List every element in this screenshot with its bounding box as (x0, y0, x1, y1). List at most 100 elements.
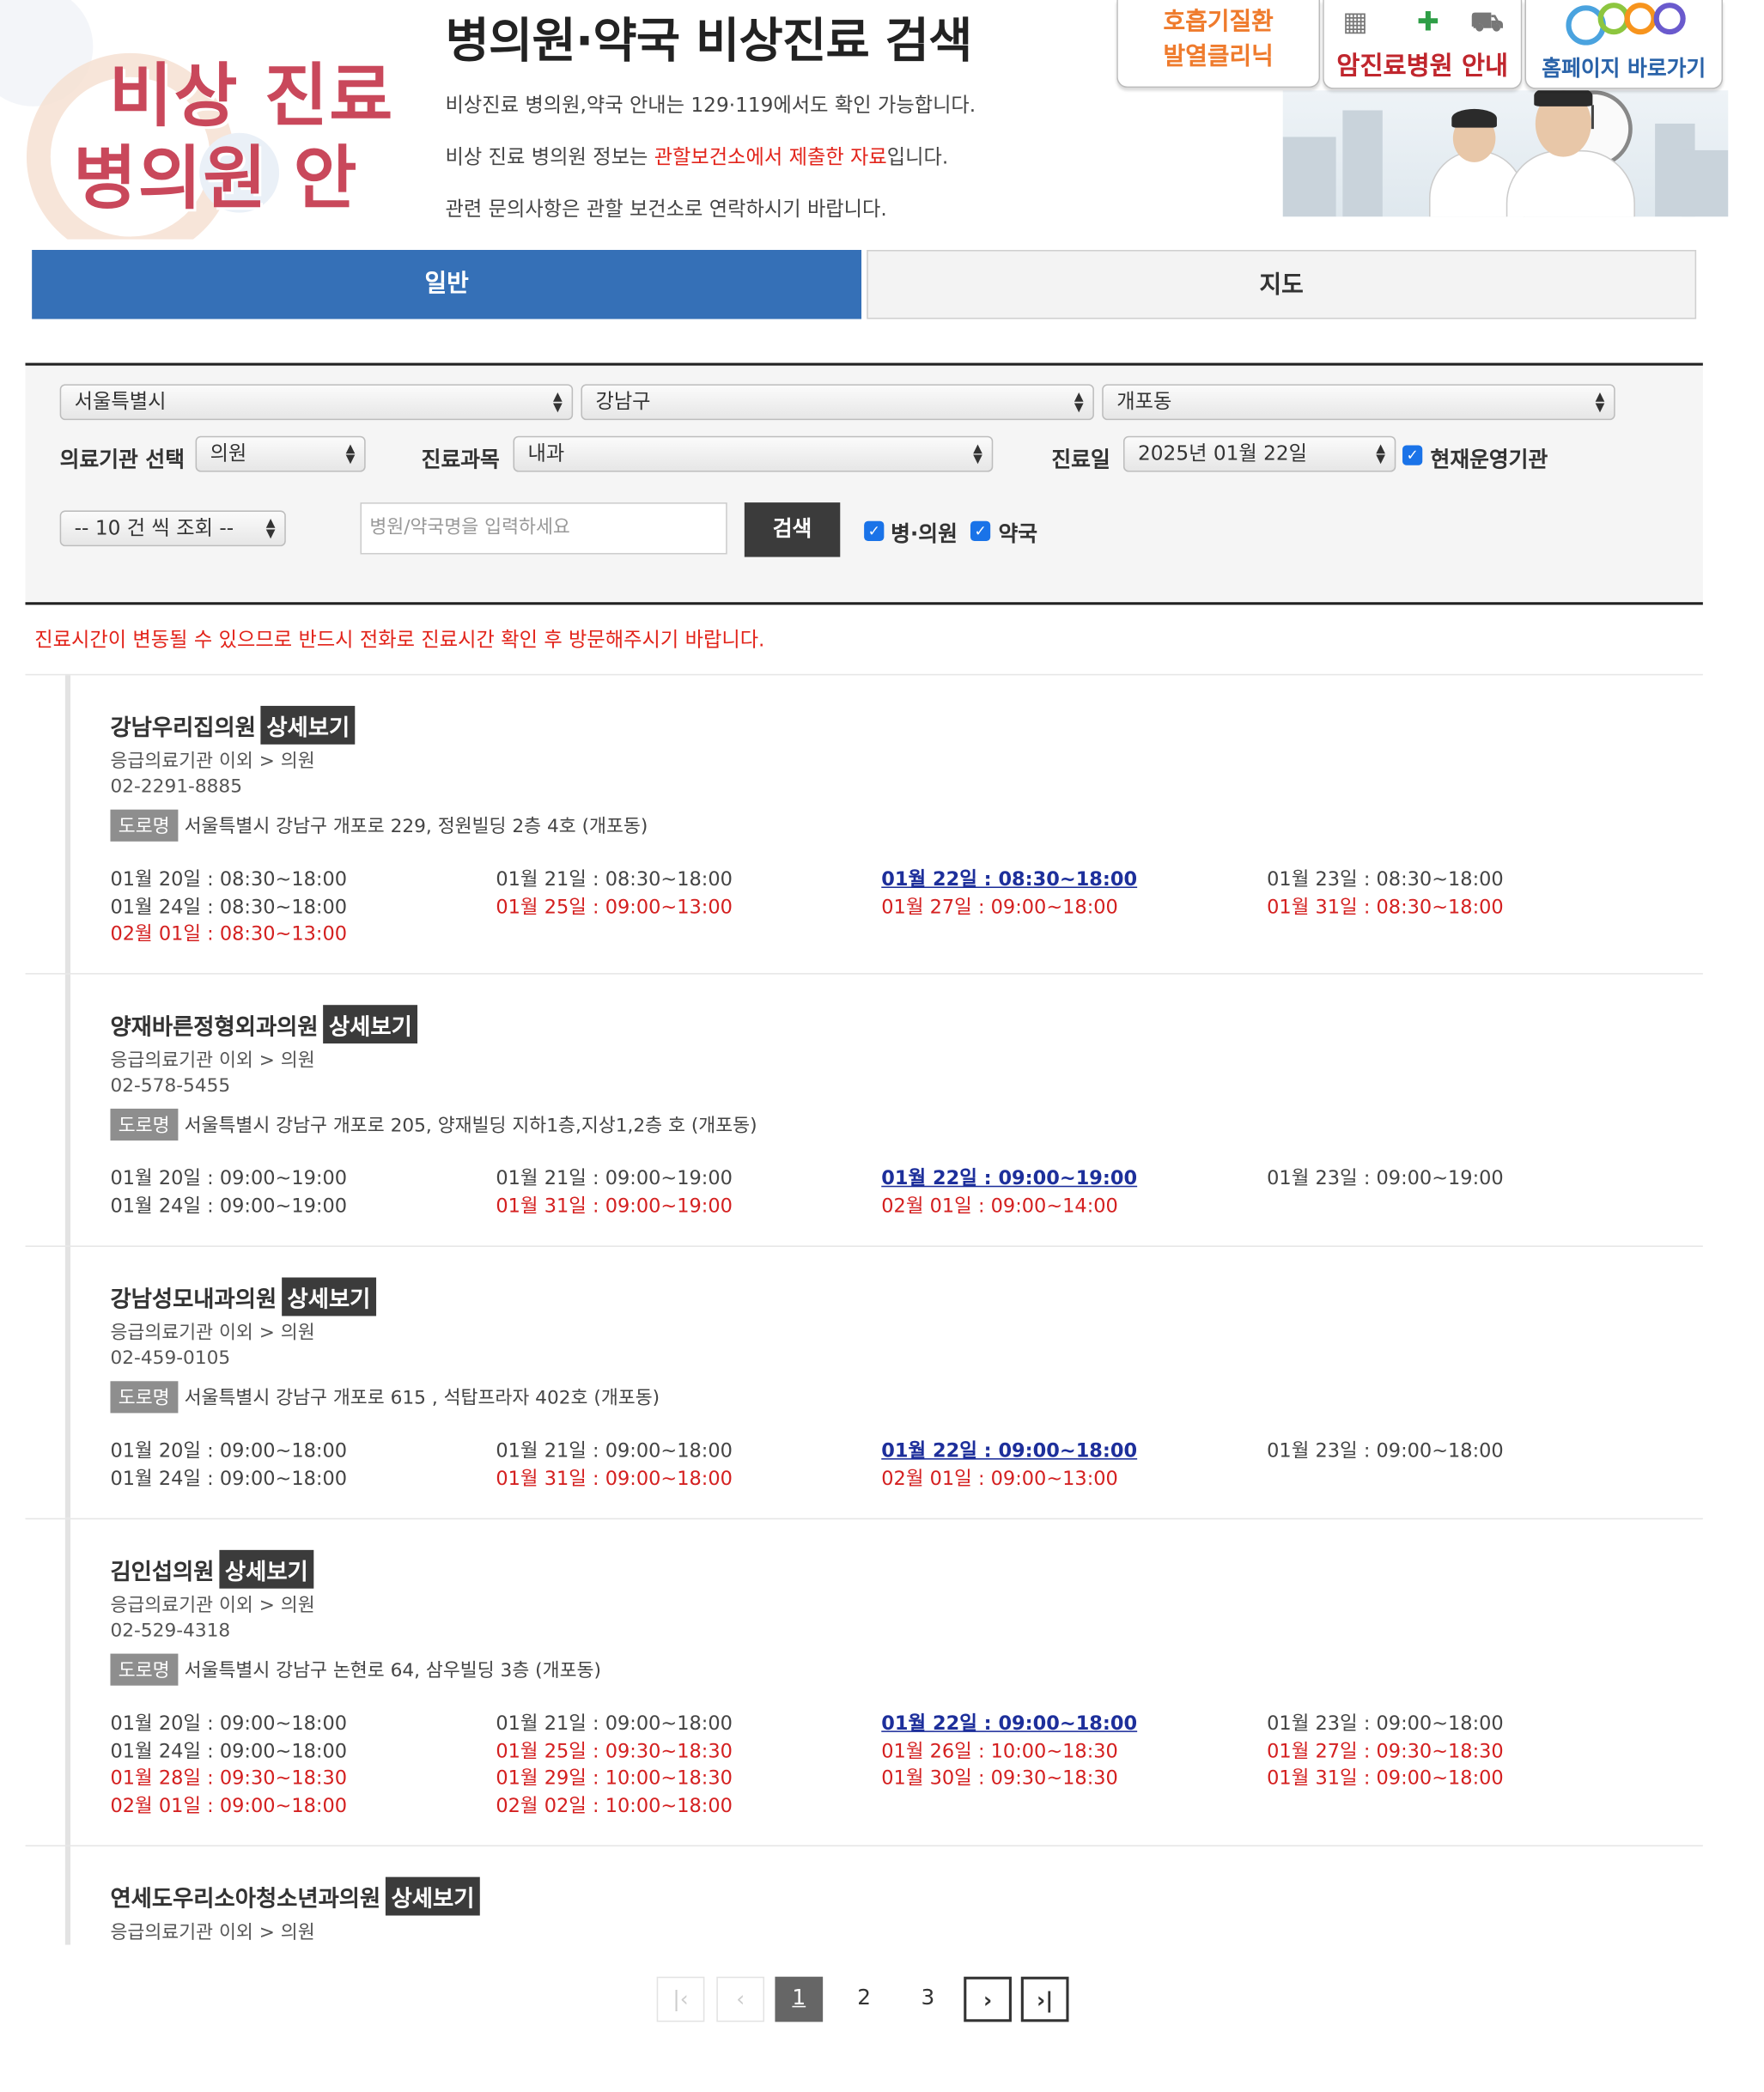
schedule-entry: 01월 28일 : 09:30~18:30 (110, 1767, 348, 1790)
pharmacy-checkbox-label: 약국 (998, 520, 1038, 547)
tab-general[interactable]: 일반 (32, 250, 862, 319)
schedule-entry: 02월 01일 : 09:00~18:00 (110, 1795, 348, 1817)
hospital-checkbox-label: 병·의원 (891, 520, 958, 547)
schedule-today[interactable]: 01월 22일 : 09:00~18:00 (881, 1438, 1267, 1466)
hospital-name: 강남우리집의원 상세보기 (110, 705, 356, 745)
schedule-entry: 01월 24일 : 09:00~18:00 (110, 1468, 348, 1490)
search-panel: 서울특별시 ▲ ▼ 강남구 ▲ ▼ 개포동 ▲ ▼ 의료기관 선택 의원 ▲ ▼ 진료과목 내과… (25, 362, 1703, 605)
schedule-today[interactable]: 01월 22일 : 09:00~19:00 (881, 1166, 1267, 1194)
district-select[interactable]: 강남구 ▲ ▼ (581, 384, 1094, 421)
respiratory-clinic-banner[interactable]: 호흡기질환 발열클리닉 (1116, 0, 1321, 88)
hospital-address: 도로명 서울특별시 강남구 개포로 229, 정원빌딩 2층 4호 (개포동) (110, 809, 648, 842)
schedule-entry: 01월 20일 : 09:00~18:00 (110, 1713, 348, 1736)
detail-button[interactable]: 상세보기 (323, 1005, 417, 1044)
pharmacy-checkbox[interactable]: ✓ (970, 520, 991, 541)
notice-3: 관련 문의사항은 관할 보건소로 연락하시기 바랍니다. (445, 197, 887, 221)
prev-page-icon[interactable]: ‹ (716, 1976, 765, 2022)
detail-button[interactable]: 상세보기 (386, 1876, 480, 1916)
search-button[interactable]: 검색 (744, 502, 841, 557)
current-open-label: 현재운영기관 (1430, 447, 1548, 472)
schedule-entry: 01월 30일 : 09:30~18:30 (881, 1767, 1118, 1790)
hospital-checkbox[interactable]: ✓ (864, 520, 885, 541)
hospital-address: 도로명 서울특별시 강남구 논현로 64, 삼우빌딩 3층 (개포동) (110, 1653, 601, 1686)
city-select[interactable]: 서울특별시 ▲ ▼ (59, 384, 574, 421)
schedule-entry: 01월 24일 : 09:00~19:00 (110, 1195, 348, 1218)
result-item: 연세도우리소아청소년과의원 상세보기 응급의료기관 이외 > 의원 (25, 1845, 1703, 1945)
tab-map[interactable]: 지도 (867, 250, 1697, 319)
hospital-category: 응급의료기관 이외 > 의원 (110, 1922, 315, 1944)
road-name-badge: 도로명 (110, 809, 178, 842)
department-label: 진료과목 (421, 447, 500, 472)
item-bar (64, 675, 71, 974)
doctors-illustration (1282, 90, 1729, 217)
hospital-phone: 02-459-0105 (110, 1347, 231, 1370)
schedule-entry: 01월 31일 : 08:30~18:00 (1267, 897, 1504, 918)
page-1[interactable]: 1 (775, 1976, 824, 2022)
select-arrows-icon: ▲ ▼ (973, 442, 982, 467)
item-bar (64, 1246, 71, 1518)
department-select[interactable]: 내과 ▲ ▼ (513, 435, 994, 472)
road-name-badge: 도로명 (110, 1108, 178, 1141)
schedule-entry: 01월 23일 : 09:00~19:00 (1267, 1168, 1504, 1190)
schedule-entry: 01월 25일 : 09:00~13:00 (496, 897, 733, 918)
schedule-entry: 01월 26일 : 10:00~18:30 (881, 1740, 1118, 1762)
schedule-entry: 01월 25일 : 09:30~18:30 (496, 1740, 733, 1762)
schedule-today[interactable]: 01월 22일 : 08:30~18:00 (881, 867, 1267, 894)
hospital-phone: 02-2291-8885 (110, 775, 243, 798)
hospital-phone: 02-529-4318 (110, 1620, 231, 1642)
page-2[interactable]: 2 (840, 1977, 888, 2022)
hospital-name: 강남성모내과의원 상세보기 (110, 1277, 376, 1317)
cancer-hospital-banner[interactable]: ▦ ✚ ⛟ 암진료병원 안내 (1323, 0, 1523, 89)
hospital-phone: 02-578-5455 (110, 1075, 231, 1098)
institution-label: 의료기관 선택 (59, 447, 185, 472)
schedule-entry: 01월 20일 : 08:30~18:00 (110, 869, 348, 891)
page-root: 비상 진료 병의원 안내 병의원·약국 비상진료 검색 비상진료 병의원,약국 … (0, 0, 1764, 2022)
schedule-entry: 01월 24일 : 08:30~18:00 (110, 897, 348, 918)
search-input[interactable]: 병원/약국명을 입력하세요 (360, 502, 727, 555)
schedule-entry: 01월 20일 : 09:00~19:00 (110, 1168, 348, 1190)
hospital-address: 도로명 서울특별시 강남구 개포로 615 , 석탑프라자 402호 (개포동) (110, 1381, 660, 1414)
schedule-entry: 01월 24일 : 09:00~18:00 (110, 1740, 348, 1762)
schedule-today[interactable]: 01월 22일 : 09:00~18:00 (881, 1711, 1267, 1738)
hero-title-line2: 병의원 안내 (73, 139, 359, 220)
results-list: 강남우리집의원 상세보기응급의료기관 이외 > 의원 02-2291-8885 도로명… (25, 673, 1703, 1945)
detail-button[interactable]: 상세보기 (261, 705, 356, 745)
result-item: 김인섭의원 상세보기응급의료기관 이외 > 의원 02-529-4318 도로명 서울특… (25, 1517, 1703, 1846)
hospital-category: 응급의료기관 이외 > 의원 (110, 1323, 315, 1344)
detail-button[interactable]: 상세보기 (282, 1277, 376, 1317)
page-title: 병의원·약국 비상진료 검색 (445, 15, 973, 70)
schedule-entry: 01월 31일 : 09:00~18:00 (1267, 1767, 1504, 1790)
page-3[interactable]: 3 (904, 1977, 952, 2022)
dong-select[interactable]: 개포동 ▲ ▼ (1102, 384, 1615, 421)
last-page-icon[interactable]: ›| (1020, 1976, 1069, 2022)
schedule-entry: 01월 21일 : 09:00~19:00 (496, 1168, 733, 1190)
hospital-category: 응급의료기관 이외 > 의원 (110, 1595, 315, 1617)
detail-button[interactable]: 상세보기 (219, 1549, 313, 1589)
current-open-checkbox[interactable]: ✓ (1402, 445, 1423, 465)
institution-select[interactable]: 의원 ▲ ▼ (195, 435, 366, 472)
schedule-entry: 02월 01일 : 08:30~13:00 (110, 923, 348, 946)
hours-warning: 진료시간이 변동될 수 있으므로 반드시 전화로 진료시간 확인 후 방문해주시… (34, 627, 765, 652)
first-page-icon[interactable]: |‹ (656, 1976, 705, 2022)
result-item: 강남성모내과의원 상세보기응급의료기관 이외 > 의원 02-459-0105 도로명… (25, 1245, 1703, 1518)
page-size-select[interactable]: -- 10 건 씩 조회 -- ▲ ▼ (59, 510, 286, 547)
next-page-icon[interactable]: › (964, 1976, 1012, 2022)
hospital-address: 도로명 서울특별시 강남구 개포로 205, 양재빌딩 지하1층,지상1,2층 호… (110, 1108, 757, 1141)
notice-1: 비상진료 병의원,약국 안내는 129·119에서도 확인 가능합니다. (445, 93, 976, 118)
select-arrows-icon: ▲ ▼ (1074, 391, 1084, 415)
result-item: 양재바른정형외과의원 상세보기 응급의료기관 이외 > 의원 02-578-5455 도… (25, 973, 1703, 1246)
pagination: |‹ ‹ 1 2 3 › ›| (0, 1976, 1764, 2025)
tab-bar: 일반 지도 (0, 250, 1764, 330)
schedule-entry: 01월 23일 : 09:00~18:00 (1267, 1440, 1504, 1463)
select-arrows-icon: ▲ ▼ (265, 517, 276, 541)
date-select[interactable]: 2025년 01월 22일 ▲ ▼ (1122, 435, 1396, 472)
schedule-entry: 01월 31일 : 09:00~18:00 (496, 1468, 733, 1490)
schedule-entry: 01월 23일 : 08:30~18:00 (1267, 869, 1504, 891)
homepage-banner[interactable]: 홈페이지 바로가기 (1524, 0, 1724, 89)
hospital-name: 김인섭의원 상세보기 (110, 1549, 313, 1589)
schedule-entry: 01월 27일 : 09:30~18:30 (1267, 1740, 1504, 1762)
result-item: 강남우리집의원 상세보기 응급의료기관 이외 > 의원 02-2291-8885 도로명… (25, 673, 1703, 974)
notice-highlight: 관할보건소에서 제출한 자료 (654, 144, 887, 169)
item-bar (64, 974, 71, 1246)
item-bar (64, 1846, 71, 1945)
